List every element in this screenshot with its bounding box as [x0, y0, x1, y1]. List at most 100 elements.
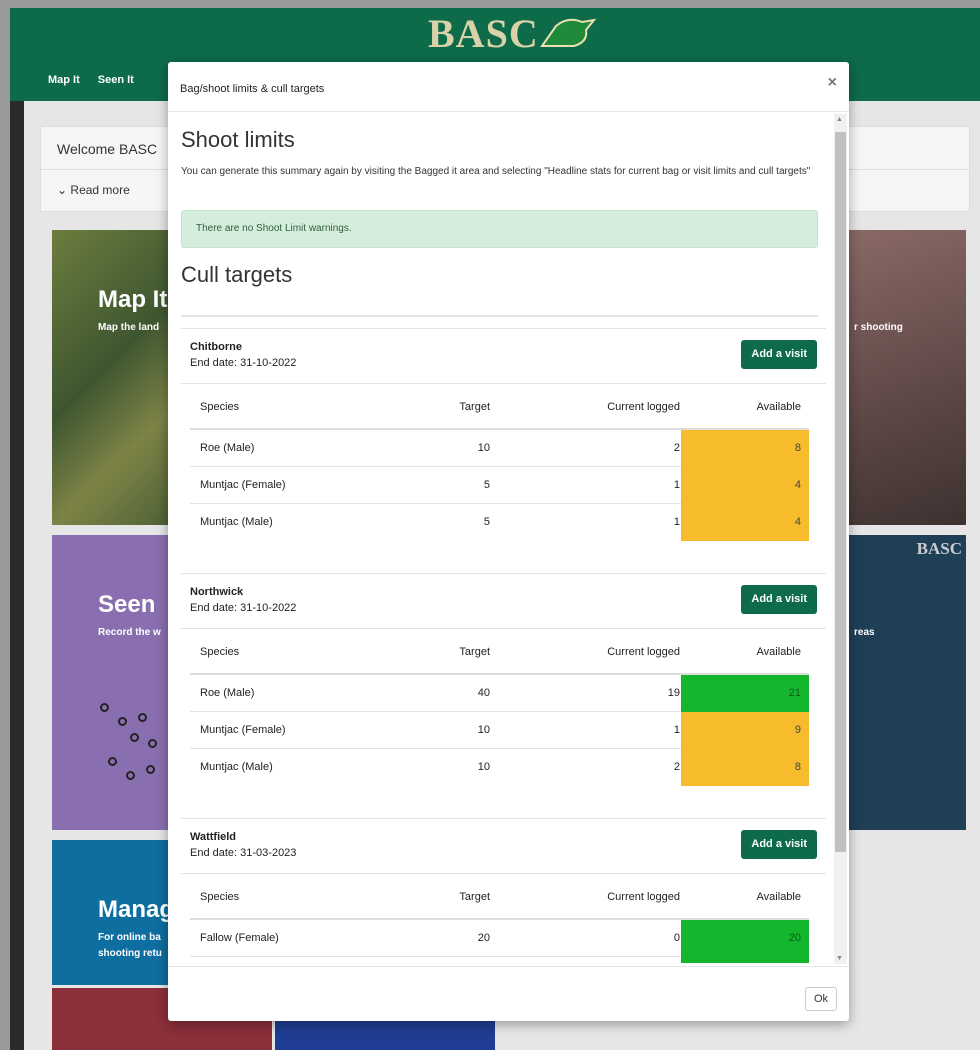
duck-logo-icon [540, 18, 597, 47]
site-header: Chitborne End date: 31-10-2022 Add a vis… [181, 328, 826, 384]
site-end-date: End date: 31-10-2022 [190, 602, 297, 614]
map-marker-icon [118, 717, 127, 726]
shoot-limits-heading: Shoot limits [181, 127, 295, 152]
species-cell: Roe (Male) [200, 687, 255, 699]
scroll-up-icon[interactable]: ▲ [836, 116, 843, 123]
target-cell: 5 [483, 516, 490, 528]
deer-tile[interactable]: r shooting [848, 230, 966, 525]
col-available: Available [756, 891, 801, 903]
current-cell: 0 [673, 932, 680, 944]
table-header: Species Target Current logged Available [190, 629, 809, 675]
current-cell: 1 [673, 516, 680, 528]
nav-map-it[interactable]: Map It [48, 74, 80, 86]
current-cell: 1 [673, 479, 680, 491]
col-target: Target [459, 891, 490, 903]
add-visit-button[interactable]: Add a visit [741, 585, 817, 614]
map-marker-icon [108, 757, 117, 766]
cull-table: Species Target Current logged Available … [190, 384, 809, 541]
available-cell: 8 [681, 749, 809, 786]
map-marker-icon [100, 703, 109, 712]
available-cell [681, 957, 809, 963]
col-species: Species [200, 891, 240, 903]
table-row: Muntjac (Male) 5 1 4 [190, 504, 809, 541]
available-cell: 20 [681, 920, 809, 957]
current-cell: 1 [673, 724, 680, 736]
manage-title: Manag [98, 896, 175, 923]
map-marker-icon [146, 765, 155, 774]
species-cell: Muntjac (Female) [200, 724, 286, 736]
welcome-title: Welcome BASC [57, 141, 158, 157]
add-visit-button[interactable]: Add a visit [741, 340, 817, 369]
seen-it-tile[interactable]: Seen Record the w [52, 535, 182, 830]
manage-subtitle-1: For online ba [98, 932, 161, 943]
cull-targets-heading: Cull targets [181, 262, 293, 287]
cull-targets-modal: Bag/shoot limits & cull targets × Shoot … [168, 62, 849, 1021]
map-marker-icon [148, 739, 157, 748]
read-more-label: Read more [70, 183, 130, 197]
close-icon[interactable]: × [828, 74, 837, 92]
table-row: Fallow (Female) 20 0 20 [190, 920, 809, 957]
deer-subtitle: r shooting [854, 322, 903, 333]
cull-table: Species Target Current logged Available … [190, 874, 809, 963]
table-row [190, 957, 809, 963]
map-it-subtitle: Map the land [98, 322, 160, 333]
modal-body[interactable]: Shoot limits You can generate this summa… [168, 113, 835, 963]
read-more-toggle[interactable]: ⌄ Read more [57, 183, 130, 197]
table-row: Roe (Male) 40 19 21 [190, 675, 809, 712]
current-cell: 2 [673, 442, 680, 454]
available-cell: 8 [681, 430, 809, 467]
modal-scrollbar[interactable]: ▲ ▼ [834, 114, 847, 964]
main-nav: Map It Seen It [48, 74, 134, 86]
target-cell: 10 [477, 442, 490, 454]
scroll-thumb[interactable] [835, 132, 846, 852]
species-cell: Muntjac (Male) [200, 516, 273, 528]
nav-seen-it[interactable]: Seen It [98, 74, 134, 86]
table-row: Roe (Male) 10 2 8 [190, 430, 809, 467]
manage-subtitle-2: shooting retu [98, 948, 162, 959]
ok-button[interactable]: Ok [804, 987, 837, 1011]
site-name: Chitborne [190, 341, 242, 353]
areas-tile[interactable]: BASC reas [848, 535, 966, 830]
scroll-down-icon[interactable]: ▼ [836, 955, 843, 962]
areas-subtitle: reas [854, 627, 875, 638]
cull-table: Species Target Current logged Available … [190, 629, 809, 786]
col-current-logged: Current logged [607, 646, 680, 658]
col-current-logged: Current logged [607, 401, 680, 413]
species-cell: Roe (Male) [200, 442, 255, 454]
table-row: Muntjac (Male) 10 2 8 [190, 749, 809, 786]
map-it-tile[interactable]: Map It Map the land [52, 230, 182, 525]
table-row: Muntjac (Female) 10 1 9 [190, 712, 809, 749]
chevron-down-icon: ⌄ [57, 183, 68, 197]
available-cell: 4 [681, 504, 809, 541]
shoot-limit-alert: There are no Shoot Limit warnings. [181, 210, 818, 248]
modal-header: Bag/shoot limits & cull targets × [168, 62, 849, 112]
intro-text: You can generate this summary again by v… [181, 166, 811, 177]
site-name: Wattfield [190, 831, 237, 843]
site-end-date: End date: 31-10-2022 [190, 357, 297, 369]
manage-tile[interactable]: Manag For online ba shooting retu [52, 840, 182, 985]
target-cell: 10 [477, 761, 490, 773]
species-cell: Muntjac (Male) [200, 761, 273, 773]
target-cell: 5 [483, 479, 490, 491]
table-row: Muntjac (Female) 5 1 4 [190, 467, 809, 504]
add-visit-button[interactable]: Add a visit [741, 830, 817, 859]
species-cell: Fallow (Female) [200, 932, 279, 944]
map-marker-icon [130, 733, 139, 742]
species-cell: Muntjac (Female) [200, 479, 286, 491]
col-current-logged: Current logged [607, 891, 680, 903]
table-header: Species Target Current logged Available [190, 874, 809, 920]
col-available: Available [756, 646, 801, 658]
map-marker-icon [126, 771, 135, 780]
col-species: Species [200, 646, 240, 658]
available-cell: 21 [681, 675, 809, 712]
basc-watermark: BASC [916, 539, 962, 558]
current-cell: 2 [673, 761, 680, 773]
site-header: Wattfield End date: 31-03-2023 Add a vis… [181, 818, 826, 874]
seen-it-subtitle: Record the w [98, 627, 161, 638]
seen-it-title: Seen [98, 591, 156, 618]
available-cell: 4 [681, 467, 809, 504]
target-cell: 20 [477, 932, 490, 944]
side-strip [10, 101, 24, 1050]
basc-logo[interactable]: BASC [428, 10, 539, 57]
target-cell: 40 [477, 687, 490, 699]
